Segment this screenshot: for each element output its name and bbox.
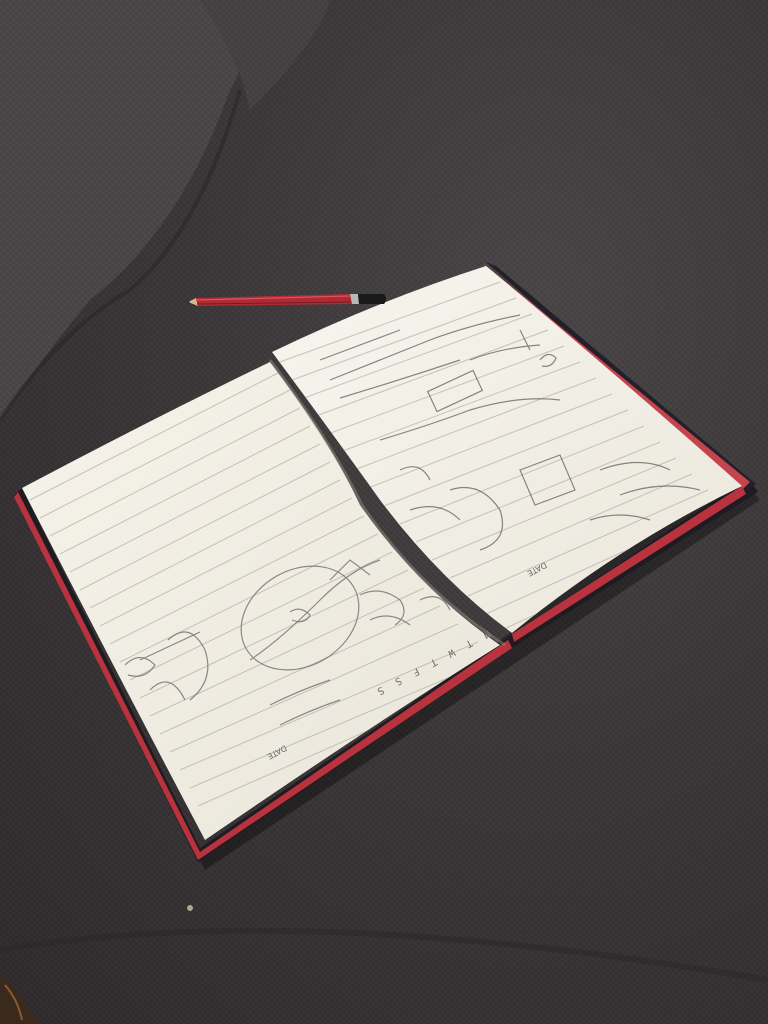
- scene-svg: M T W T F S S DATE DATE: [0, 0, 768, 1024]
- photo-scene: M T W T F S S DATE DATE: [0, 0, 768, 1024]
- crumb: [187, 905, 193, 911]
